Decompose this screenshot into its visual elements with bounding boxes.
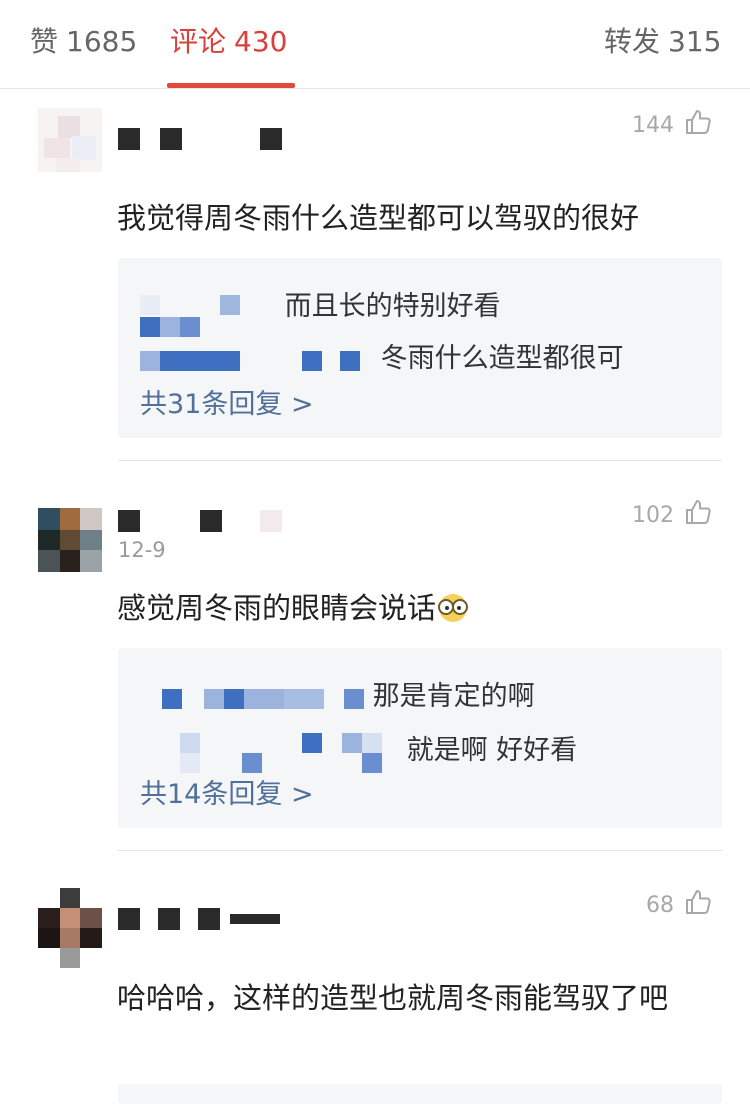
username-mosaic[interactable]	[118, 510, 288, 538]
like-count: 68	[646, 892, 674, 918]
like-count: 102	[632, 502, 674, 528]
reply-item: 而且长的特别好看	[140, 284, 501, 337]
like-count: 144	[632, 112, 674, 138]
tab-comments-label: 评论	[170, 25, 227, 58]
reply-text: 那是肯定的啊	[372, 681, 535, 712]
reply-preview-box[interactable]	[118, 1084, 722, 1104]
like-button[interactable]: 102	[632, 498, 712, 532]
tab-comments-count: 430	[234, 25, 288, 58]
reply-text: 而且长的特别好看	[284, 291, 501, 322]
tab-reposts-label: 转发	[604, 25, 661, 58]
tab-likes-label: 赞	[30, 25, 59, 58]
tab-likes-count: 1685	[66, 25, 138, 58]
active-tab-indicator	[167, 83, 295, 88]
tab-reposts[interactable]: 转发 315	[604, 20, 721, 60]
tab-likes[interactable]: 赞 1685	[30, 20, 137, 60]
reply-text: 就是啊 好好看	[406, 735, 578, 766]
comment-text: 哈哈哈，这样的造型也就周冬雨能驾驭了吧	[117, 981, 669, 1015]
username-mosaic[interactable]	[118, 908, 288, 936]
thumb-up-icon	[684, 888, 712, 922]
tab-bar: 赞 1685 评论 430 转发 315	[0, 0, 750, 89]
avatar[interactable]	[38, 888, 102, 968]
reply-item: 那是肯定的啊	[140, 674, 535, 713]
tab-reposts-count: 315	[668, 25, 722, 58]
view-all-replies-link[interactable]: 共14条回复 >	[140, 772, 314, 811]
reply-username-mosaic	[140, 294, 276, 337]
like-button[interactable]: 68	[646, 888, 712, 922]
reply-text: 冬雨什么造型都很可	[380, 343, 624, 374]
tab-comments[interactable]: 评论 430	[170, 20, 287, 60]
reply-preview-box[interactable]: 那是肯定的啊 就是啊 好好看 共14条回复 >	[118, 648, 722, 828]
avatar[interactable]	[38, 108, 102, 172]
reply-username-mosaic	[140, 347, 372, 373]
avatar[interactable]	[38, 508, 102, 572]
comment-text: 感觉周冬雨的眼睛会说话	[117, 585, 717, 631]
reply-item: 冬雨什么造型都很可	[140, 336, 624, 375]
comment-date: 12-9	[118, 538, 166, 562]
username-mosaic[interactable]	[118, 128, 288, 156]
reply-preview-box[interactable]: 而且长的特别好看 冬雨什么造型都很可 共31条回复 >	[118, 258, 722, 438]
thumb-up-icon	[684, 108, 712, 142]
comment-text-content: 感觉周冬雨的眼睛会说话	[117, 591, 437, 625]
reply-item: 就是啊 好好看	[140, 728, 578, 773]
divider	[118, 460, 722, 461]
view-all-replies-link[interactable]: 共31条回复 >	[140, 382, 314, 421]
divider	[118, 850, 722, 851]
reply-username-mosaic	[140, 732, 398, 773]
reply-username-mosaic	[140, 685, 364, 711]
comment-text: 我觉得周冬雨什么造型都可以驾驭的很好	[117, 201, 640, 235]
glasses-emoji-icon	[436, 590, 470, 622]
thumb-up-icon	[684, 498, 712, 532]
like-button[interactable]: 144	[632, 108, 712, 142]
